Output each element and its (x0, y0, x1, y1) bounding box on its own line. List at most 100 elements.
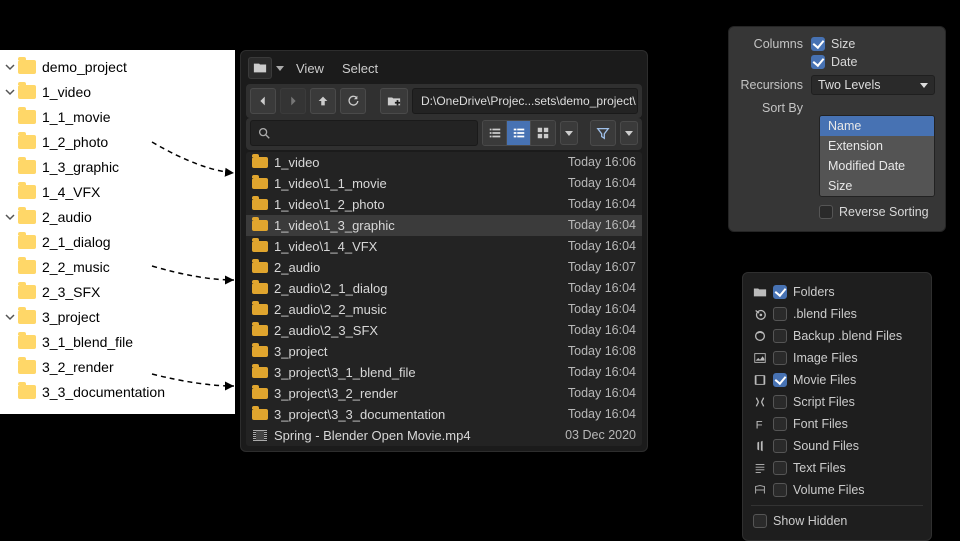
file-row[interactable]: 3_project\3_3_documentationToday 16:04 (246, 404, 642, 425)
columns-size-label: Size (831, 37, 855, 51)
viewmode-list[interactable] (483, 121, 507, 145)
file-row[interactable]: 3_project\3_2_renderToday 16:04 (246, 383, 642, 404)
tree-3_project[interactable]: 3_project (0, 304, 235, 329)
filter-checkbox[interactable] (773, 285, 787, 299)
file-row[interactable]: 1_video\1_1_movieToday 16:04 (246, 173, 642, 194)
tree-3_3_documentation[interactable]: 3_3_documentation (0, 379, 235, 404)
folder-label: 3_1_blend_file (42, 334, 133, 350)
viewmode-details[interactable] (507, 121, 531, 145)
folder-icon (252, 241, 268, 252)
filter-checkbox[interactable] (773, 417, 787, 431)
file-row[interactable]: Spring - Blender Open Movie.mp403 Dec 20… (246, 425, 642, 446)
file-row[interactable]: 2_audio\2_2_musicToday 16:04 (246, 299, 642, 320)
file-row[interactable]: 1_video\1_4_VFXToday 16:04 (246, 236, 642, 257)
tree-1_video[interactable]: 1_video (0, 79, 235, 104)
tree-root[interactable]: demo_project (0, 54, 235, 79)
nav-up-button[interactable] (310, 88, 336, 114)
file-row[interactable]: 2_audioToday 16:07 (246, 257, 642, 278)
show-hidden-row[interactable]: Show Hidden (751, 510, 923, 532)
filter-checkbox[interactable] (773, 373, 787, 387)
file-name: 1_video (274, 155, 568, 170)
tree-2_audio[interactable]: 2_audio (0, 204, 235, 229)
file-row[interactable]: 1_videoToday 16:06 (246, 152, 642, 173)
filter-checkbox[interactable] (773, 395, 787, 409)
file-row[interactable]: 1_video\1_2_photoToday 16:04 (246, 194, 642, 215)
filter-checkbox[interactable] (773, 483, 787, 497)
menu-select[interactable]: Select (334, 61, 386, 76)
tree-3_2_render[interactable]: 3_2_render (0, 354, 235, 379)
nav-refresh-button[interactable] (340, 88, 366, 114)
tree-2_1_dialog[interactable]: 2_1_dialog (0, 229, 235, 254)
expand-chevron-icon[interactable] (2, 62, 18, 72)
folder-label: demo_project (42, 59, 127, 75)
blender-file-browser: View Select D:\OneDrive\Projec...sets\de… (240, 50, 648, 452)
new-folder-button[interactable] (380, 88, 408, 114)
file-name: 1_video\1_3_graphic (274, 218, 568, 233)
tree-1_4_VFX[interactable]: 1_4_VFX (0, 179, 235, 204)
filter-checkbox[interactable] (773, 329, 787, 343)
tree-1_2_photo[interactable]: 1_2_photo (0, 129, 235, 154)
filter-options-chevron-icon[interactable] (620, 121, 638, 145)
filter-button[interactable] (590, 120, 616, 146)
menu-view[interactable]: View (288, 61, 332, 76)
filter-script[interactable]: Script Files (751, 391, 923, 413)
file-row[interactable]: 2_audio\2_1_dialogToday 16:04 (246, 278, 642, 299)
sort-option-name[interactable]: Name (820, 116, 934, 136)
file-row[interactable]: 3_projectToday 16:08 (246, 341, 642, 362)
recursions-select[interactable]: Two Levels (811, 75, 935, 95)
filter-text[interactable]: Text Files (751, 457, 923, 479)
viewmode-options-chevron-icon[interactable] (560, 121, 578, 145)
tree-1_1_movie[interactable]: 1_1_movie (0, 104, 235, 129)
folder-icon (18, 310, 36, 324)
tree-1_3_graphic[interactable]: 1_3_graphic (0, 154, 235, 179)
sort-option-modified date[interactable]: Modified Date (820, 156, 934, 176)
filter-checkbox[interactable] (773, 439, 787, 453)
filter-movie[interactable]: Movie Files (751, 369, 923, 391)
file-list[interactable]: 1_videoToday 16:061_video\1_1_movieToday… (246, 152, 642, 446)
expand-chevron-icon[interactable] (2, 312, 18, 322)
editor-type-chevron-icon[interactable] (274, 66, 286, 71)
file-name: 3_project\3_3_documentation (274, 407, 568, 422)
columns-date-checkbox[interactable] (811, 55, 825, 69)
file-date: Today 16:04 (568, 302, 636, 316)
reverse-sorting-checkbox[interactable] (819, 205, 833, 219)
folder-icon (18, 185, 36, 199)
filter-checkbox[interactable] (773, 351, 787, 365)
file-name: 1_video\1_2_photo (274, 197, 568, 212)
reverse-sorting-label: Reverse Sorting (839, 205, 929, 219)
filter-backup[interactable]: Backup .blend Files (751, 325, 923, 347)
filter-blend[interactable]: .blend Files (751, 303, 923, 325)
recursions-value: Two Levels (818, 78, 881, 92)
tree-2_2_music[interactable]: 2_2_music (0, 254, 235, 279)
file-date: Today 16:04 (568, 197, 636, 211)
search-input[interactable] (250, 120, 478, 146)
expand-chevron-icon[interactable] (2, 212, 18, 222)
editor-type-icon[interactable] (248, 57, 272, 79)
filter-checkbox[interactable] (773, 461, 787, 475)
viewmode-group (482, 120, 556, 146)
filter-sound[interactable]: Sound Files (751, 435, 923, 457)
show-hidden-checkbox[interactable] (753, 514, 767, 528)
filter-label: Backup .blend Files (793, 329, 923, 343)
viewmode-thumb[interactable] (531, 121, 555, 145)
folder-icon (252, 388, 268, 399)
filter-checkbox[interactable] (773, 307, 787, 321)
sort-option-size[interactable]: Size (820, 176, 934, 196)
nav-forward-button[interactable] (280, 88, 306, 114)
file-row[interactable]: 3_project\3_1_blend_fileToday 16:04 (246, 362, 642, 383)
tree-2_3_SFX[interactable]: 2_3_SFX (0, 279, 235, 304)
file-row[interactable]: 1_video\1_3_graphicToday 16:04 (246, 215, 642, 236)
columns-size-checkbox[interactable] (811, 37, 825, 51)
filter-volume[interactable]: Volume Files (751, 479, 923, 501)
path-field[interactable]: D:\OneDrive\Projec...sets\demo_project\ (412, 88, 638, 114)
nav-back-button[interactable] (250, 88, 276, 114)
filter-font[interactable]: FFont Files (751, 413, 923, 435)
tree-3_1_blend_file[interactable]: 3_1_blend_file (0, 329, 235, 354)
sort-option-extension[interactable]: Extension (820, 136, 934, 156)
filter-image[interactable]: Image Files (751, 347, 923, 369)
file-row[interactable]: 2_audio\2_3_SFXToday 16:04 (246, 320, 642, 341)
expand-chevron-icon[interactable] (2, 87, 18, 97)
filter-folder[interactable]: Folders (751, 281, 923, 303)
folder-icon (18, 285, 36, 299)
folder-icon (18, 160, 36, 174)
